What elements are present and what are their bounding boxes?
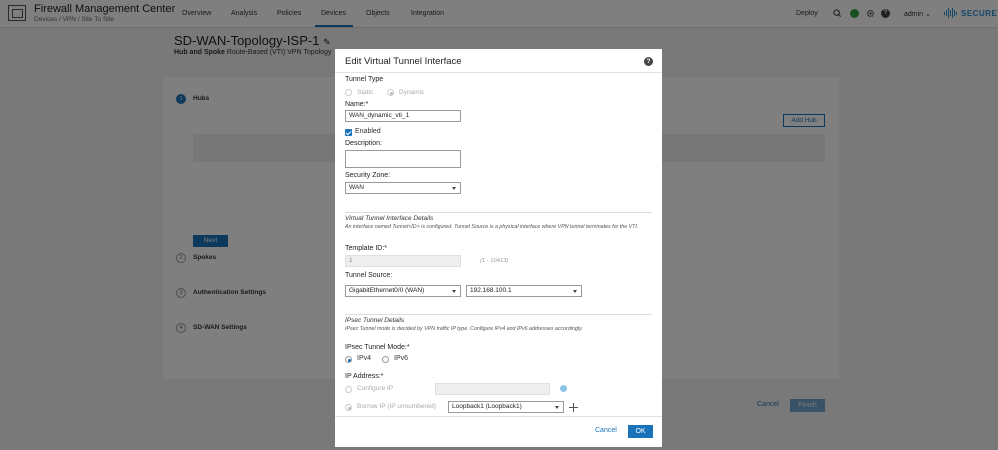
borrow-ip-radio[interactable]: [345, 404, 352, 411]
tunnel-type-dynamic-radio: [387, 89, 394, 96]
dialog-help-icon[interactable]: ?: [644, 57, 653, 66]
ipsec-mode-label: IPsec Tunnel Mode:*: [345, 344, 410, 351]
security-zone-select[interactable]: WAN: [345, 182, 461, 194]
borrow-ip-select[interactable]: Loopback1 (Loopback1): [448, 401, 564, 413]
vti-details-title: Virtual Tunnel Interface Details: [345, 215, 434, 222]
section-divider: [345, 212, 652, 213]
dialog-cancel-button[interactable]: Cancel: [595, 427, 617, 434]
template-id-label: Template ID:*: [345, 245, 388, 252]
name-input[interactable]: WAN_dynamic_vti_1: [345, 110, 461, 122]
ipsec-details-description: IPsec Tunnel mode is decided by VPN traf…: [345, 326, 583, 332]
ipsec-details-title: IPsec Tunnel Details: [345, 317, 405, 324]
borrow-ip-value: Loopback1 (Loopback1): [452, 403, 522, 410]
tunnel-type-label: Tunnel Type: [345, 76, 384, 83]
configure-ip-label: Configure IP: [357, 385, 394, 392]
dialog-header: Edit Virtual Tunnel Interface ?: [335, 49, 662, 73]
tunnel-source-ip-value: 192.168.100.1: [470, 287, 512, 294]
tunnel-source-interface-value: GigabitEthernet0/0 (WAN): [349, 287, 425, 294]
enabled-checkbox[interactable]: [345, 129, 352, 136]
security-zone-value: WAN: [349, 184, 364, 191]
tunnel-type-dynamic-label: Dynamic: [399, 89, 425, 96]
configure-ip-input: [435, 383, 550, 395]
description-input[interactable]: [345, 150, 461, 168]
section-divider: [345, 314, 652, 315]
name-label: Name:*: [345, 101, 369, 108]
dropdown-caret-icon: [555, 406, 559, 409]
configure-ip-radio[interactable]: [345, 386, 352, 393]
add-interface-plus-icon[interactable]: [569, 403, 578, 412]
borrow-ip-label: Borrow IP (IP unnumbered): [357, 403, 436, 410]
template-id-range-hint: (1 - 10413): [480, 258, 509, 264]
ipsec-mode-ipv6-label: IPv6: [394, 355, 409, 362]
vti-details-description: An interface named Tunnel<ID> is configu…: [345, 224, 639, 230]
dialog-footer: Cancel OK: [335, 416, 662, 447]
dropdown-caret-icon: [452, 290, 456, 293]
ip-address-label: IP Address:*: [345, 373, 384, 380]
tunnel-type-static-label: Static: [357, 89, 374, 96]
enabled-label: Enabled: [355, 128, 381, 135]
tunnel-source-label: Tunnel Source:: [345, 272, 393, 279]
dropdown-caret-icon: [573, 290, 577, 293]
tunnel-source-ip-select[interactable]: 192.168.100.1: [466, 285, 582, 297]
ipsec-mode-ipv4-radio[interactable]: [345, 356, 352, 363]
dropdown-caret-icon: [452, 187, 456, 190]
dialog-body: Tunnel Type Static Dynamic Name:* WAN_dy…: [335, 73, 662, 416]
template-id-input: 1: [345, 255, 461, 267]
tunnel-type-static-radio: [345, 89, 352, 96]
security-zone-label: Security Zone:: [345, 172, 391, 179]
dialog-title: Edit Virtual Tunnel Interface: [345, 56, 462, 67]
dialog-ok-button[interactable]: OK: [628, 425, 653, 438]
description-label: Description:: [345, 140, 382, 147]
ipsec-mode-ipv4-label: IPv4: [357, 355, 372, 362]
info-icon: [560, 385, 567, 392]
tunnel-source-interface-select[interactable]: GigabitEthernet0/0 (WAN): [345, 285, 461, 297]
edit-vti-dialog: Edit Virtual Tunnel Interface ? Tunnel T…: [335, 49, 662, 447]
ipsec-mode-ipv6-radio[interactable]: [382, 356, 389, 363]
